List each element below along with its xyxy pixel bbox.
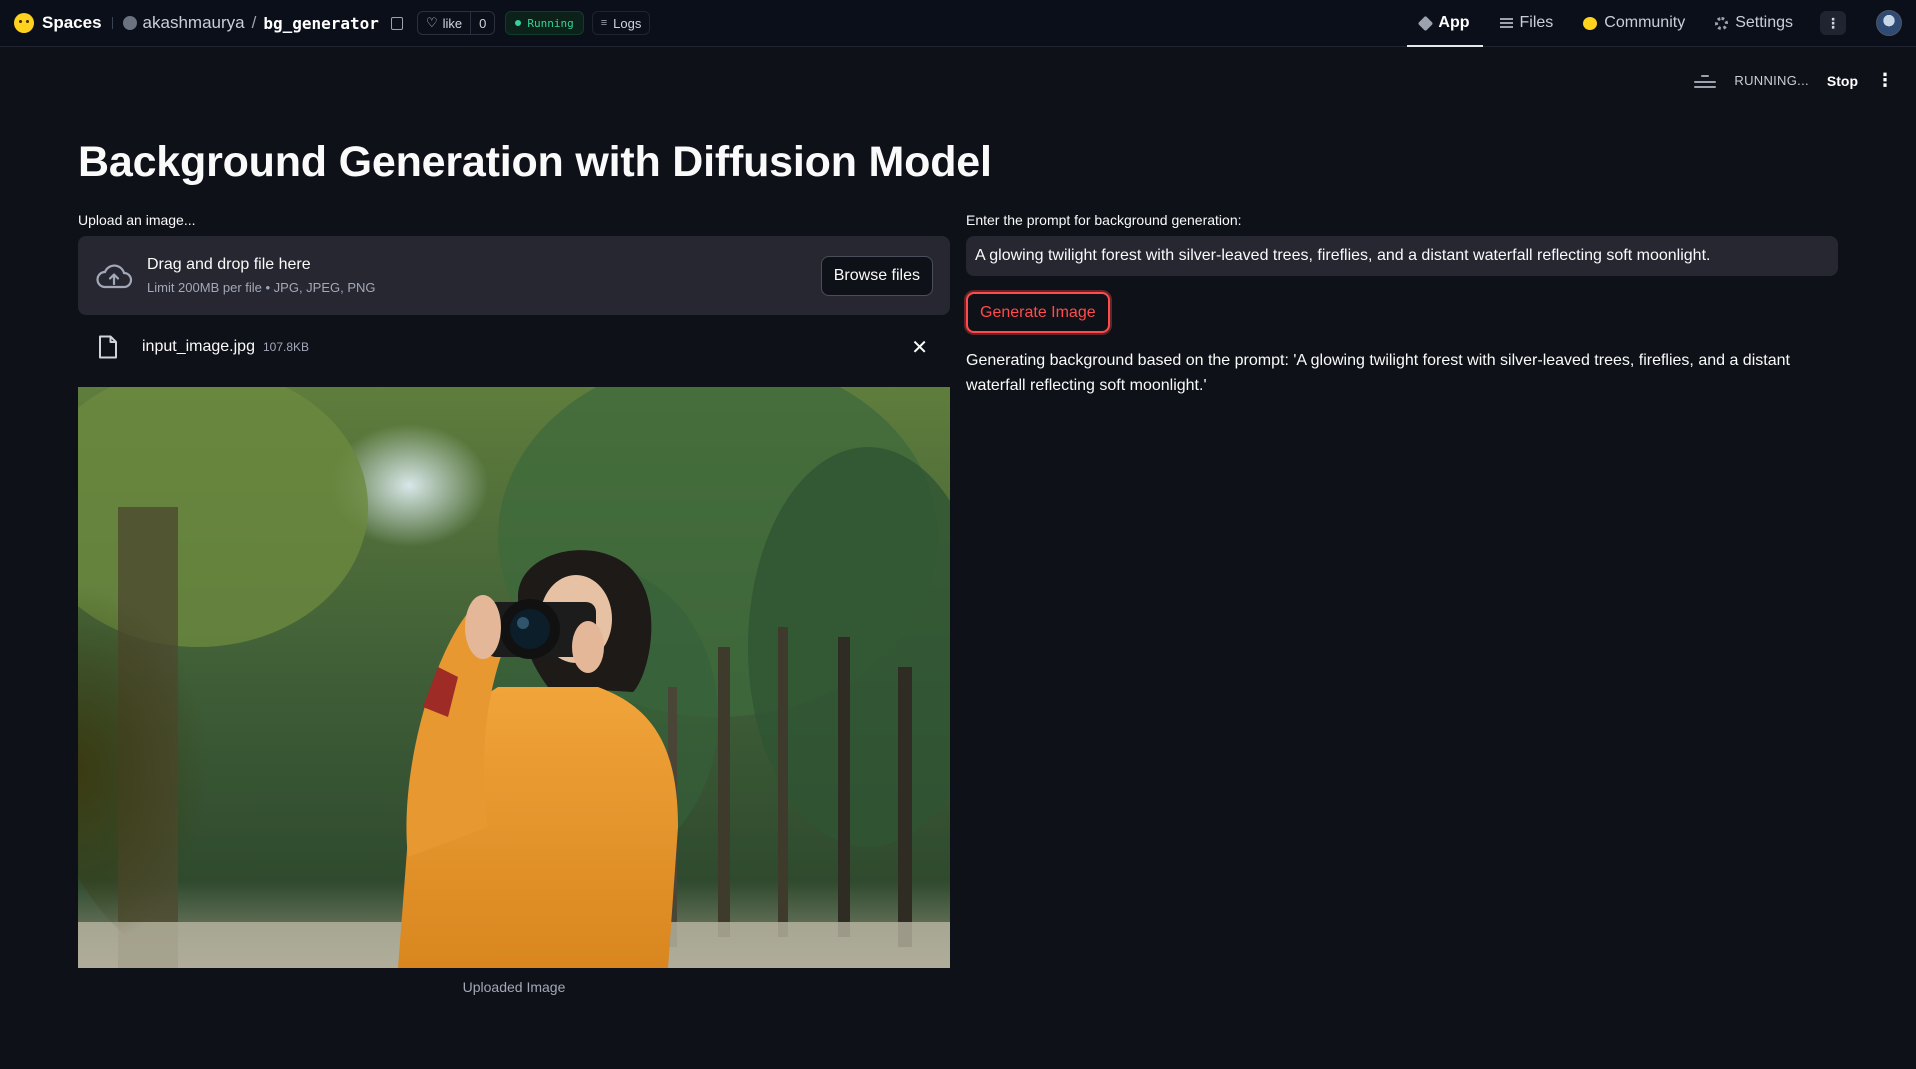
status-dot-icon — [515, 20, 522, 26]
dropzone-limit: Limit 200MB per file • JPG, JPEG, PNG — [147, 280, 376, 295]
logs-icon: ≡ — [600, 17, 608, 29]
gear-icon — [1715, 16, 1729, 30]
like-count: 0 — [470, 12, 494, 34]
generation-status-message: Generating background based on the promp… — [966, 352, 1790, 394]
tab-app[interactable]: App — [1407, 0, 1483, 47]
heart-icon: ♡ — [425, 15, 438, 30]
spaces-header: Spaces akashmaurya / bg_generator ♡ like… — [0, 0, 1916, 47]
like-part: ♡ like — [418, 15, 470, 31]
copy-icon[interactable] — [390, 16, 403, 30]
more-options-button[interactable]: ⋮ — [1820, 11, 1846, 35]
dropzone-text: Drag and drop file here Limit 200MB per … — [147, 256, 376, 295]
logs-button[interactable]: ≡ Logs — [591, 11, 651, 35]
status-badge[interactable]: Running — [505, 11, 584, 35]
stop-button[interactable]: Stop — [1827, 73, 1858, 89]
file-size: 107.8KB — [262, 340, 310, 354]
dropzone-instruction: Drag and drop file here — [147, 256, 311, 273]
tab-files[interactable]: Files — [1487, 0, 1567, 47]
swimmer-running-icon — [1694, 72, 1717, 90]
tab-label: App — [1438, 14, 1470, 31]
prompt-input[interactable]: A glowing twilight forest with silver-le… — [966, 236, 1838, 276]
remove-file-button[interactable]: ✕ — [911, 335, 928, 360]
repo-breadcrumb: akashmaurya / bg_generator — [122, 13, 403, 33]
user-avatar[interactable] — [1876, 10, 1902, 36]
hugging-face-logo-icon — [14, 13, 34, 33]
file-icon — [98, 335, 118, 359]
file-dropzone[interactable]: Drag and drop file here Limit 200MB per … — [78, 236, 950, 315]
app-status-toolbar: RUNNING... Stop ⋮ — [1694, 70, 1894, 91]
cube-icon — [1418, 15, 1434, 31]
image-caption: Uploaded Image — [462, 979, 566, 995]
cloud-upload-icon — [95, 261, 133, 291]
tab-label: Community — [1604, 14, 1686, 31]
browse-files-button[interactable]: Browse files — [820, 255, 933, 296]
community-icon — [1583, 16, 1598, 30]
upload-label: Upload an image... — [78, 212, 196, 228]
prompt-label: Enter the prompt for background generati… — [966, 212, 1242, 228]
main-menu-button[interactable]: ⋮ — [1876, 70, 1894, 91]
file-name: input_image.jpg — [142, 338, 255, 355]
logs-label: Logs — [613, 15, 642, 31]
brand-label: Spaces — [42, 13, 102, 32]
status-label: Running — [527, 16, 574, 30]
uploaded-image — [78, 387, 950, 968]
like-button[interactable]: ♡ like 0 — [416, 11, 496, 35]
tab-label: Files — [1519, 14, 1554, 31]
running-status: RUNNING... — [1734, 73, 1809, 88]
like-label: like — [442, 15, 463, 31]
repo-name-link[interactable]: bg_generator — [263, 14, 379, 33]
divider — [111, 17, 113, 29]
tab-settings[interactable]: Settings — [1702, 0, 1806, 47]
tab-community[interactable]: Community — [1570, 0, 1698, 47]
spaces-brand-link[interactable]: Spaces — [14, 13, 102, 33]
tab-label: Settings — [1735, 14, 1793, 31]
owner-link[interactable]: akashmaurya — [143, 13, 245, 33]
page-title: Background Generation with Diffusion Mod… — [78, 138, 992, 186]
files-icon — [1499, 18, 1513, 28]
uploaded-file-row: input_image.jpg 107.8KB ✕ — [78, 329, 950, 365]
generate-image-button[interactable]: Generate Image — [966, 292, 1110, 333]
space-nav: App Files Community Settings ⋮ — [1407, 0, 1902, 47]
breadcrumb-separator: / — [251, 13, 257, 32]
owner-avatar — [122, 16, 137, 30]
